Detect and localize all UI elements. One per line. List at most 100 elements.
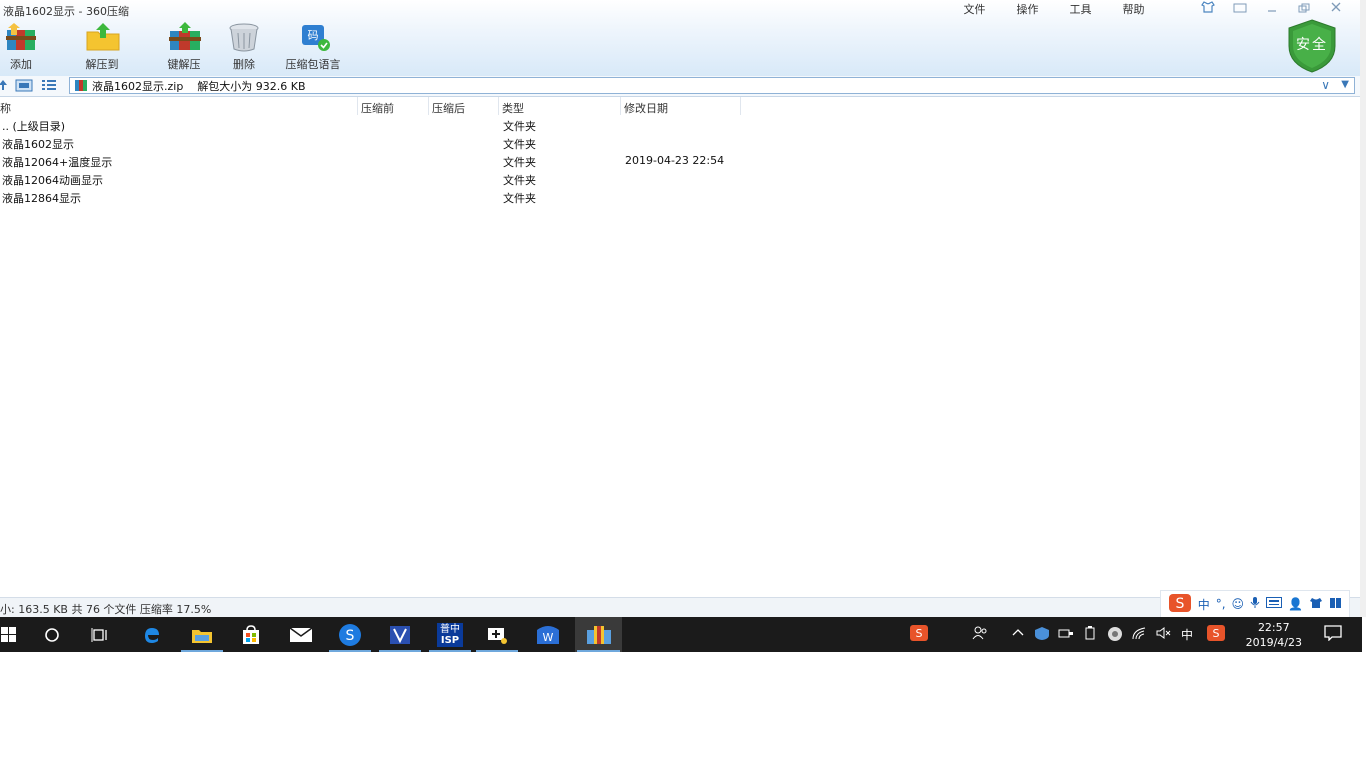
- add-archive-icon: [4, 22, 38, 52]
- column-divider[interactable]: [357, 97, 358, 115]
- file-type: 文件夹: [503, 120, 536, 133]
- battery-icon[interactable]: [1085, 626, 1095, 644]
- chevron-down-icon[interactable]: ▼: [1341, 79, 1349, 90]
- sogou-tray-icon[interactable]: S: [910, 625, 928, 645]
- menu-file[interactable]: 文件: [948, 1, 1001, 17]
- archive-window: 液晶1602显示 - 360压缩 文件 操作 工具 帮助 添加 解压到 键解压 …: [0, 0, 1360, 617]
- archive-app-icon[interactable]: [575, 617, 622, 652]
- isp-top-text: 普中: [440, 623, 460, 635]
- serial-assistant-icon[interactable]: [474, 617, 520, 652]
- column-divider[interactable]: [428, 97, 429, 115]
- one-click-extract-icon: [167, 22, 201, 52]
- column-divider[interactable]: [740, 97, 741, 115]
- file-type: 文件夹: [503, 156, 536, 169]
- usb-icon[interactable]: [1058, 626, 1074, 644]
- skin-shirt-icon[interactable]: [1309, 597, 1323, 612]
- people-icon[interactable]: [972, 626, 988, 644]
- one-click-extract-button[interactable]: 键解压: [154, 22, 214, 72]
- task-view-button[interactable]: [77, 617, 123, 652]
- window-title: 液晶1602显示 - 360压缩: [3, 5, 129, 18]
- thumbnail-view-icon[interactable]: [15, 79, 33, 95]
- scrollbar[interactable]: [1360, 0, 1366, 617]
- archive-name: 液晶1602显示.zip: [92, 79, 184, 93]
- isp-text: ISP: [440, 634, 460, 646]
- punctuation-icon[interactable]: °,: [1216, 597, 1226, 611]
- file-type: 文件夹: [503, 174, 536, 187]
- code-language-icon: 码: [296, 22, 330, 52]
- sogou-browser-icon[interactable]: S: [327, 617, 373, 652]
- chevron-up-icon[interactable]: [1012, 626, 1024, 641]
- file-name: 液晶12864显示: [2, 192, 81, 205]
- volume-muted-icon[interactable]: [1156, 626, 1172, 644]
- taskbar: S 普中 ISP W S 中 S 22:57 2019/4/23: [0, 617, 1362, 652]
- restore-button[interactable]: [1288, 2, 1320, 16]
- search-button[interactable]: [29, 617, 75, 652]
- skin-icon[interactable]: [1192, 1, 1224, 16]
- column-header: 称 压缩前 压缩后 类型 修改日期: [0, 97, 741, 116]
- microphone-icon[interactable]: [1250, 596, 1260, 612]
- column-before[interactable]: 压缩前: [361, 100, 394, 116]
- close-button[interactable]: [1320, 1, 1352, 16]
- file-type: 文件夹: [503, 138, 536, 151]
- menu-help[interactable]: 帮助: [1107, 1, 1160, 17]
- up-arrow-icon[interactable]: [0, 79, 8, 94]
- archive-language-button[interactable]: 码 压缩包语言: [280, 22, 346, 72]
- status-text: 小: 163.5 KB 共 76 个文件 压缩率 17.5%: [0, 603, 212, 616]
- ime-lang[interactable]: 中: [1198, 596, 1210, 613]
- isp-tool-icon[interactable]: 普中 ISP: [427, 617, 473, 652]
- file-explorer-icon[interactable]: [179, 617, 225, 652]
- clock-time: 22:57: [1257, 621, 1290, 634]
- app-tray-icon[interactable]: [1107, 626, 1123, 646]
- edge-browser-icon[interactable]: [129, 617, 175, 652]
- clock-date: 2019/4/23: [1245, 636, 1302, 649]
- unpacked-size: 解包大小为 932.6 KB: [197, 79, 306, 93]
- delete-button[interactable]: 删除: [222, 22, 266, 72]
- svg-text:W: W: [543, 631, 554, 644]
- sogou-logo-icon[interactable]: S: [1168, 593, 1192, 616]
- column-divider[interactable]: [620, 97, 621, 115]
- menu-tools[interactable]: 工具: [1054, 1, 1107, 17]
- mail-icon[interactable]: [278, 617, 324, 652]
- history-dropdown-icon[interactable]: ∨: [1321, 78, 1330, 92]
- svg-text:码: 码: [308, 29, 319, 42]
- toolbox-icon[interactable]: [1329, 597, 1342, 612]
- column-type[interactable]: 类型: [502, 100, 524, 116]
- archive-language-label: 压缩包语言: [285, 58, 341, 71]
- keil-icon[interactable]: [377, 617, 423, 652]
- one-click-extract-label: 键解压: [167, 58, 201, 71]
- store-icon[interactable]: [228, 617, 274, 652]
- clock[interactable]: 22:57 2019/4/23: [1246, 620, 1302, 650]
- menu-operate[interactable]: 操作: [1001, 1, 1054, 17]
- wifi-icon[interactable]: [1132, 626, 1148, 644]
- notification-icon[interactable]: [1324, 625, 1342, 644]
- user-icon[interactable]: 👤: [1288, 597, 1303, 611]
- add-button[interactable]: 添加: [0, 22, 42, 72]
- column-name[interactable]: 称: [0, 100, 11, 116]
- column-divider[interactable]: [498, 97, 499, 115]
- list-view-icon[interactable]: [41, 79, 57, 95]
- svg-text:S: S: [916, 627, 923, 640]
- svg-text:S: S: [1213, 627, 1220, 640]
- security-label: 安全: [1296, 37, 1328, 53]
- trash-icon: [227, 22, 261, 52]
- address-field[interactable]: 液晶1602显示.zip 解包大小为 932.6 KB ∨ ▼: [69, 77, 1355, 94]
- emoji-icon[interactable]: ☺: [1232, 597, 1245, 611]
- sogou-ime-icon[interactable]: S: [1207, 625, 1225, 645]
- delete-label: 删除: [233, 58, 255, 71]
- security-shield[interactable]: 安全: [1286, 19, 1338, 73]
- wps-icon[interactable]: W: [525, 617, 571, 652]
- shield-tray-icon[interactable]: [1034, 626, 1050, 644]
- column-after[interactable]: 压缩后: [432, 100, 465, 116]
- mini-mode-icon[interactable]: [1224, 2, 1256, 16]
- zip-file-icon: [75, 80, 87, 91]
- title-toolbar-area: 液晶1602显示 - 360压缩 文件 操作 工具 帮助 添加 解压到 键解压 …: [0, 0, 1360, 76]
- keyboard-icon[interactable]: [1266, 597, 1283, 611]
- column-modified[interactable]: 修改日期: [624, 100, 668, 116]
- path-bar: 液晶1602显示.zip 解包大小为 932.6 KB ∨ ▼: [0, 76, 1360, 97]
- file-name: 液晶12064+温度显示: [2, 156, 113, 169]
- minimize-button[interactable]: [1256, 2, 1288, 16]
- file-name: .. (上级目录): [2, 120, 66, 133]
- extract-to-button[interactable]: 解压到: [68, 22, 136, 72]
- input-language[interactable]: 中: [1181, 626, 1193, 643]
- start-button[interactable]: [0, 617, 32, 652]
